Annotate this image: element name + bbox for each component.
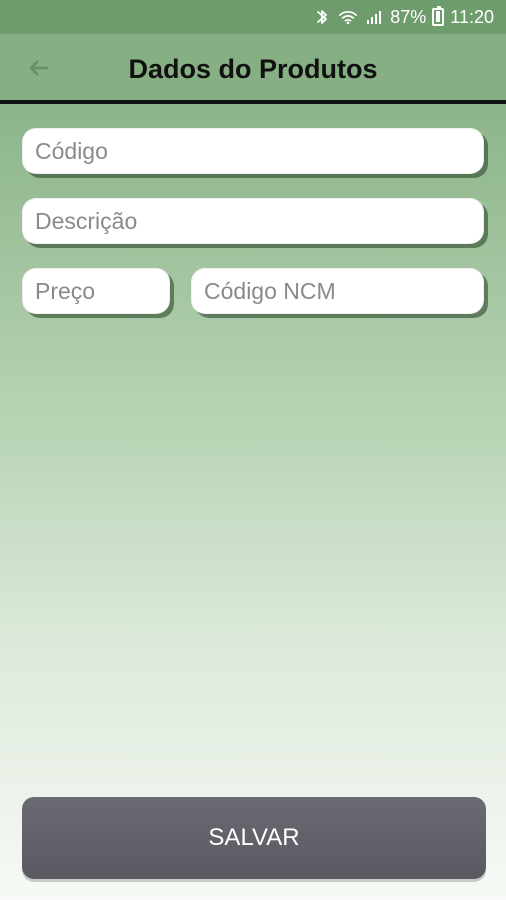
signal-icon <box>364 7 384 27</box>
status-bar: 87% 11:20 <box>0 0 506 34</box>
page-title: Dados do Produtos <box>128 53 378 84</box>
battery-percentage: 87% <box>390 6 427 27</box>
codigo-input[interactable] <box>35 129 483 173</box>
app-header: Dados do Produtos <box>0 34 506 104</box>
codigo-ncm-field-container[interactable] <box>191 268 484 314</box>
battery-icon <box>432 6 445 26</box>
codigo-field-container[interactable] <box>22 128 484 174</box>
back-button[interactable] <box>18 50 58 90</box>
codigo-ncm-input[interactable] <box>204 269 483 313</box>
bluetooth-icon <box>312 7 332 27</box>
wifi-icon <box>338 7 358 27</box>
arrow-left-icon <box>24 54 52 87</box>
descricao-input[interactable] <box>35 199 483 243</box>
status-time: 11:20 <box>450 6 494 27</box>
preco-field-container[interactable] <box>22 268 170 314</box>
save-button[interactable]: SALVAR <box>22 797 486 879</box>
descricao-field-container[interactable] <box>22 198 484 244</box>
preco-input[interactable] <box>35 269 169 313</box>
